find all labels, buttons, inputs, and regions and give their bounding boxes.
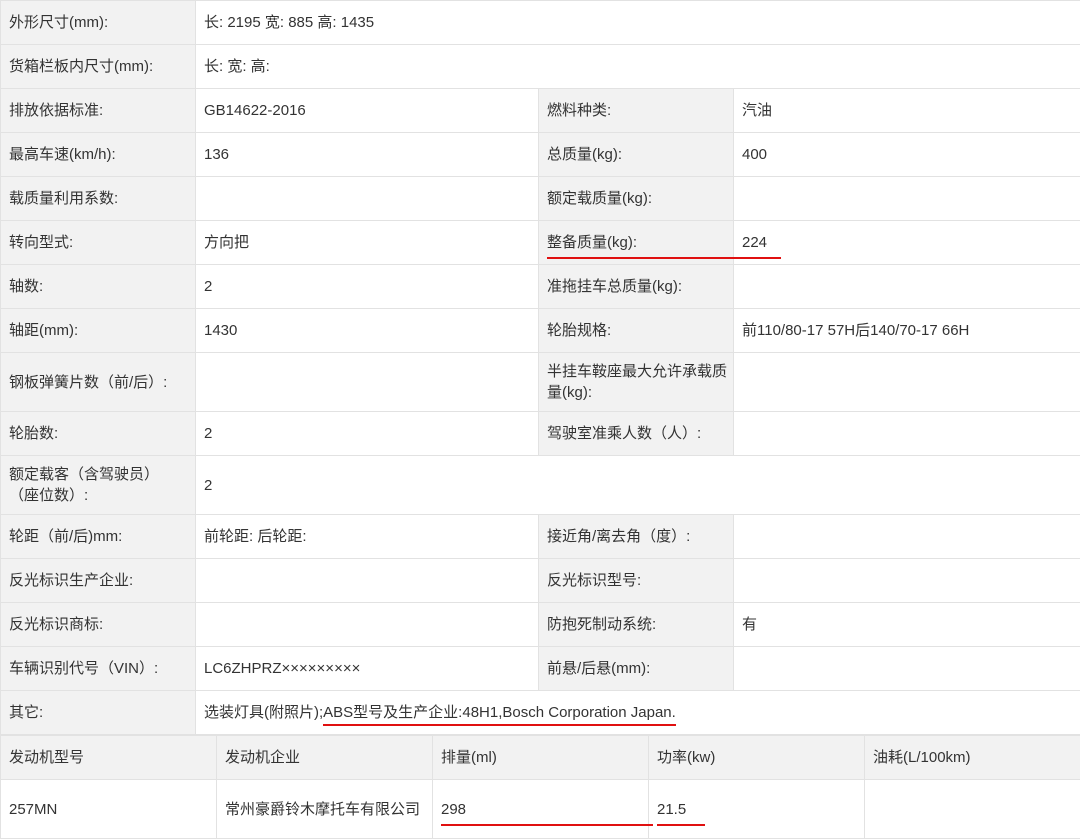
spec-row: 钢板弹簧片数（前/后）: 半挂车鞍座最大允许承载质量(kg): (1, 353, 1080, 412)
engine-model: 257MN (1, 780, 217, 839)
spec-value (734, 515, 1080, 559)
spec-label: 接近角/离去角（度）: (539, 515, 734, 559)
curb-weight-value-cell: 224 (734, 221, 1080, 265)
spec-value (196, 603, 539, 647)
spec-label: 排放依据标准: (1, 89, 196, 133)
spec-row: 转向型式: 方向把 整备质量(kg): 224 (1, 221, 1080, 265)
spec-row: 其它: 选装灯具(附照片);ABS型号及生产企业:48H1,Bosch Corp… (1, 691, 1080, 735)
optional-lights-note: 选装灯具(附照片); (204, 704, 323, 721)
spec-row: 轮胎数: 2 驾驶室准乘人数（人）: (1, 412, 1080, 456)
spec-row: 额定载客（含驾驶员）（座位数）: 2 (1, 456, 1080, 515)
engine-header: 排量(ml) (433, 736, 649, 780)
power-cell: 21.5 (649, 780, 865, 839)
vehicle-spec-table: 外形尺寸(mm): 长: 2195 宽: 885 高: 1435 货箱栏板内尺寸… (0, 0, 1080, 735)
spec-label: 反光标识型号: (539, 559, 734, 603)
spec-label: 轴数: (1, 265, 196, 309)
spec-row: 货箱栏板内尺寸(mm): 长: 宽: 高: (1, 45, 1080, 89)
spec-row: 车辆识别代号（VIN）: LC6ZHPRZ××××××××× 前悬/后悬(mm)… (1, 647, 1080, 691)
spec-label: 额定载客（含驾驶员）（座位数）: (1, 456, 196, 515)
spec-label: 轮距（前/后)mm: (1, 515, 196, 559)
spec-label: 燃料种类: (539, 89, 734, 133)
spec-label: 防抱死制动系统: (539, 603, 734, 647)
spec-label: 钢板弹簧片数（前/后）: (1, 353, 196, 412)
spec-row: 反光标识生产企业: 反光标识型号: (1, 559, 1080, 603)
spec-row: 轮距（前/后)mm: 前轮距: 后轮距: 接近角/离去角（度）: (1, 515, 1080, 559)
spec-label: 其它: (1, 691, 196, 735)
spec-value: GB14622-2016 (196, 89, 539, 133)
other-notes-cell: 选装灯具(附照片);ABS型号及生产企业:48H1,Bosch Corporat… (196, 691, 1080, 735)
spec-value: 1430 (196, 309, 539, 353)
spec-row: 外形尺寸(mm): 长: 2195 宽: 885 高: 1435 (1, 1, 1080, 45)
spec-label: 车辆识别代号（VIN）: (1, 647, 196, 691)
spec-label: 额定载质量(kg): (539, 177, 734, 221)
spec-row: 轴距(mm): 1430 轮胎规格: 前110/80-17 57H后140/70… (1, 309, 1080, 353)
engine-manufacturer: 常州豪爵铃木摩托车有限公司 (217, 780, 433, 839)
spec-label: 外形尺寸(mm): (1, 1, 196, 45)
spec-label: 最高车速(km/h): (1, 133, 196, 177)
spec-value (734, 647, 1080, 691)
spec-value (734, 559, 1080, 603)
displacement-value: 298 (441, 799, 653, 826)
spec-value (734, 177, 1080, 221)
spec-value: 前轮距: 后轮距: (196, 515, 539, 559)
spec-label: 驾驶室准乘人数（人）: (539, 412, 734, 456)
spec-value: LC6ZHPRZ××××××××× (196, 647, 539, 691)
spec-label: 轴距(mm): (1, 309, 196, 353)
spec-value: 长: 宽: 高: (196, 45, 1080, 89)
spec-label: 货箱栏板内尺寸(mm): (1, 45, 196, 89)
spec-value: 400 (734, 133, 1080, 177)
spec-value (196, 559, 539, 603)
spec-label: 载质量利用系数: (1, 177, 196, 221)
spec-value: 前110/80-17 57H后140/70-17 66H (734, 309, 1080, 353)
spec-row: 排放依据标准: GB14622-2016 燃料种类: 汽油 (1, 89, 1080, 133)
abs-supplier-note: ABS型号及生产企业:48H1,Bosch Corporation Japan. (323, 704, 676, 726)
curb-weight-label-cell: 整备质量(kg): (539, 221, 734, 265)
spec-label: 轮胎数: (1, 412, 196, 456)
spec-value: 汽油 (734, 89, 1080, 133)
spec-label: 反光标识生产企业: (1, 559, 196, 603)
spec-value: 有 (734, 603, 1080, 647)
spec-value (734, 353, 1080, 412)
spec-row: 轴数: 2 准拖挂车总质量(kg): (1, 265, 1080, 309)
spec-value: 长: 2195 宽: 885 高: 1435 (196, 1, 1080, 45)
spec-value: 2 (196, 265, 539, 309)
engine-header: 发动机企业 (217, 736, 433, 780)
spec-value: 136 (196, 133, 539, 177)
engine-header: 功率(kw) (649, 736, 865, 780)
spec-row: 最高车速(km/h): 136 总质量(kg): 400 (1, 133, 1080, 177)
engine-header: 发动机型号 (1, 736, 217, 780)
spec-value (196, 353, 539, 412)
spec-label: 转向型式: (1, 221, 196, 265)
spec-label: 总质量(kg): (539, 133, 734, 177)
spec-value: 方向把 (196, 221, 539, 265)
displacement-cell: 298 (433, 780, 649, 839)
spec-label: 反光标识商标: (1, 603, 196, 647)
spec-value (196, 177, 539, 221)
spec-row: 反光标识商标: 防抱死制动系统: 有 (1, 603, 1080, 647)
engine-table: 发动机型号 发动机企业 排量(ml) 功率(kw) 油耗(L/100km) 25… (0, 735, 1080, 839)
spec-row: 载质量利用系数: 额定载质量(kg): (1, 177, 1080, 221)
spec-label: 轮胎规格: (539, 309, 734, 353)
curb-weight-value: 224 (742, 232, 772, 259)
spec-value (734, 412, 1080, 456)
engine-header-row: 发动机型号 发动机企业 排量(ml) 功率(kw) 油耗(L/100km) (1, 736, 1080, 780)
fuel-consumption-value (865, 780, 1080, 839)
spec-value: 2 (196, 456, 1080, 515)
engine-data-row: 257MN 常州豪爵铃木摩托车有限公司 298 21.5 (1, 780, 1080, 839)
spec-label: 半挂车鞍座最大允许承载质量(kg): (539, 353, 734, 412)
spec-value: 2 (196, 412, 539, 456)
spec-label: 准拖挂车总质量(kg): (539, 265, 734, 309)
engine-header: 油耗(L/100km) (865, 736, 1080, 780)
power-value: 21.5 (657, 799, 705, 826)
spec-label: 前悬/后悬(mm): (539, 647, 734, 691)
spec-value (734, 265, 1080, 309)
